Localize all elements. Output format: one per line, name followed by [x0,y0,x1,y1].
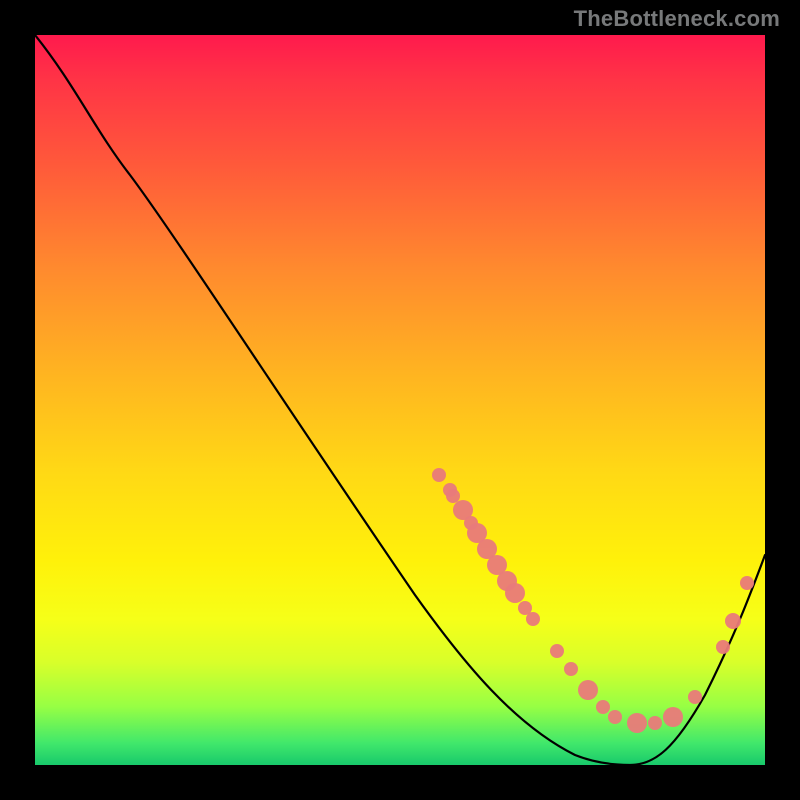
chart-stage: TheBottleneck.com [0,0,800,800]
data-marker [446,489,460,503]
data-marker [564,662,578,676]
data-marker [716,640,730,654]
data-marker [432,468,446,482]
watermark-label: TheBottleneck.com [574,6,780,32]
data-marker [627,713,647,733]
data-marker [505,583,525,603]
chart-svg [35,35,765,765]
data-marker [648,716,662,730]
data-marker [740,576,754,590]
plot-area [35,35,765,765]
data-marker [608,710,622,724]
data-marker [526,612,540,626]
data-marker [578,680,598,700]
data-marker [596,700,610,714]
data-marker [688,690,702,704]
bottleneck-curve [35,35,765,765]
data-marker [550,644,564,658]
data-marker [663,707,683,727]
data-marker [725,613,741,629]
